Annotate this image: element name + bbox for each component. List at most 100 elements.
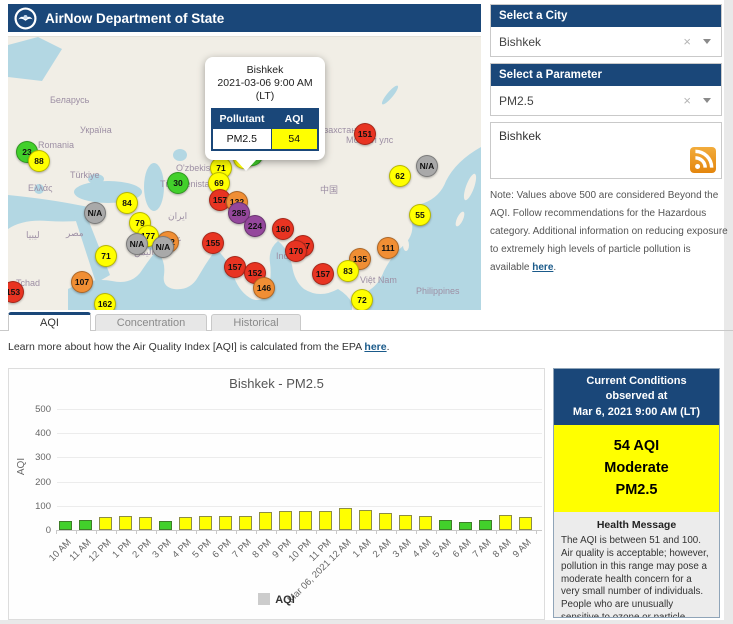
parameter-select[interactable]: PM2.5 ×	[491, 86, 721, 115]
tab-historical[interactable]: Historical	[211, 314, 301, 331]
x-tick-mark	[396, 530, 397, 534]
popup-pollutant-value: PM2.5	[211, 128, 272, 151]
aqi-bar	[199, 516, 212, 530]
cc-header-observed: observed at	[605, 390, 668, 403]
aqi-bar	[159, 521, 172, 530]
aqi-marker[interactable]: 170	[285, 240, 307, 262]
aqi-bar	[519, 517, 532, 530]
note-here-link[interactable]: here	[532, 262, 553, 273]
aqi-marker[interactable]: 84	[116, 192, 138, 214]
aqi-marker[interactable]: 30	[167, 172, 189, 194]
aqi-bar	[479, 520, 492, 530]
aqi-marker[interactable]: 224	[244, 215, 266, 237]
parameter-panel-header: Select a Parameter	[491, 64, 721, 86]
x-tick-mark	[536, 530, 537, 534]
aqi-marker[interactable]: N/A	[152, 236, 174, 258]
map-country-label: Україна	[80, 125, 112, 135]
aqi-marker[interactable]: 155	[202, 232, 224, 254]
x-tick-mark	[436, 530, 437, 534]
cc-aqi-category: Moderate	[604, 459, 669, 476]
aqi-chart: Bishkek - PM2.5 AQI 0 100 200 300 400 500 10 A…	[8, 368, 545, 620]
feed-city-label: Bishkek	[499, 129, 542, 143]
aqi-marker[interactable]: 62	[389, 165, 411, 187]
city-select-value: Bishkek	[499, 34, 542, 49]
aqi-bar	[319, 511, 332, 530]
cc-header-datetime: Mar 6, 2021 9:00 AM (LT)	[572, 405, 701, 418]
aqi-marker[interactable]: 111	[377, 237, 399, 259]
aqi-bar	[419, 516, 432, 530]
aqi-bar	[179, 517, 192, 530]
tab-bar: AQI Concentration Historical	[8, 312, 301, 331]
aqi-map[interactable]: Беларусь Україна Romania Türkiye Ελλάς Казахс…	[8, 36, 481, 310]
popup-col-pollutant: Pollutant	[212, 109, 271, 129]
x-tick-mark	[136, 530, 137, 534]
aqi-bar	[59, 521, 72, 530]
aqi-bar	[339, 508, 352, 530]
popup-city: Bishkek	[246, 64, 284, 76]
x-tick-mark	[336, 530, 337, 534]
map-country-label: ليبيا	[26, 230, 40, 240]
tab-concentration[interactable]: Concentration	[95, 314, 207, 331]
city-select[interactable]: Bishkek ×	[491, 27, 721, 56]
map-country-label: ايران	[168, 211, 188, 221]
x-tick-mark	[456, 530, 457, 534]
popup-col-aqi: AQI	[271, 109, 318, 129]
map-country-label: Việt Nam	[360, 275, 397, 285]
aqi-marker[interactable]: 162	[94, 293, 116, 310]
page: AirNow Department of State Беларусь Укра…	[0, 0, 733, 624]
x-tick-mark	[416, 530, 417, 534]
parameter-clear-icon[interactable]: ×	[683, 94, 691, 107]
gridline	[57, 505, 542, 507]
cc-aqi-value: 54 AQI	[613, 438, 660, 455]
y-tick-label: 300	[35, 452, 51, 464]
y-tick-label: 500	[35, 404, 51, 415]
x-tick-mark	[116, 530, 117, 534]
aqi-bar	[239, 516, 252, 530]
aqi-marker[interactable]: 83	[337, 260, 359, 282]
current-aqi-block: 54 AQI Moderate PM2.5	[554, 425, 719, 513]
aqi-bar	[99, 517, 112, 530]
gridline	[57, 530, 542, 531]
chart-legend: AQI	[9, 593, 544, 606]
feed-box: Bishkek	[490, 122, 722, 179]
app-title: AirNow Department of State	[45, 10, 225, 26]
aqi-bar	[299, 511, 312, 530]
aqi-marker[interactable]: 157	[224, 256, 246, 278]
aqi-bar	[279, 511, 292, 530]
x-tick-mark	[316, 530, 317, 534]
parameter-dropdown-caret-icon[interactable]	[703, 98, 711, 103]
note-text: Note: Values above 500 are considered Be…	[490, 190, 728, 273]
y-tick-label: 400	[35, 428, 51, 440]
aqi-marker[interactable]: N/A	[84, 202, 106, 224]
aqi-bar	[499, 515, 512, 530]
current-conditions-panel: Current Conditions observed at Mar 6, 20…	[553, 368, 720, 618]
learn-more-here-link[interactable]: here	[364, 341, 386, 353]
popup-aqi-value: 54	[270, 128, 319, 151]
aqi-marker[interactable]: N/A	[416, 155, 438, 177]
gridline	[57, 481, 542, 483]
map-country-label: Ελλάς	[28, 183, 53, 193]
aqi-marker[interactable]: 160	[272, 218, 294, 240]
map-country-label: Беларусь	[50, 95, 90, 105]
aqi-marker[interactable]: 151	[354, 123, 376, 145]
x-tick-mark	[156, 530, 157, 534]
rss-icon[interactable]	[690, 147, 716, 173]
city-dropdown-caret-icon[interactable]	[703, 39, 711, 44]
department-of-state-seal-icon	[14, 6, 37, 30]
y-tick-label: 200	[35, 476, 51, 488]
aqi-marker[interactable]: N/A	[126, 233, 148, 255]
aqi-marker[interactable]: 71	[95, 245, 117, 267]
aqi-marker[interactable]: 146	[253, 277, 275, 299]
aqi-bar	[139, 517, 152, 530]
gridline	[57, 433, 542, 435]
x-tick-mark	[176, 530, 177, 534]
aqi-marker[interactable]: 157	[312, 263, 334, 285]
city-clear-icon[interactable]: ×	[683, 35, 691, 48]
aqi-marker[interactable]: 55	[409, 204, 431, 226]
aqi-marker[interactable]: 88	[28, 150, 50, 172]
legend-label: AQI	[275, 594, 295, 606]
app-header: AirNow Department of State	[8, 4, 481, 32]
tab-aqi[interactable]: AQI	[8, 312, 91, 331]
aqi-marker[interactable]: 72	[351, 289, 373, 310]
aqi-marker[interactable]: 107	[71, 271, 93, 293]
